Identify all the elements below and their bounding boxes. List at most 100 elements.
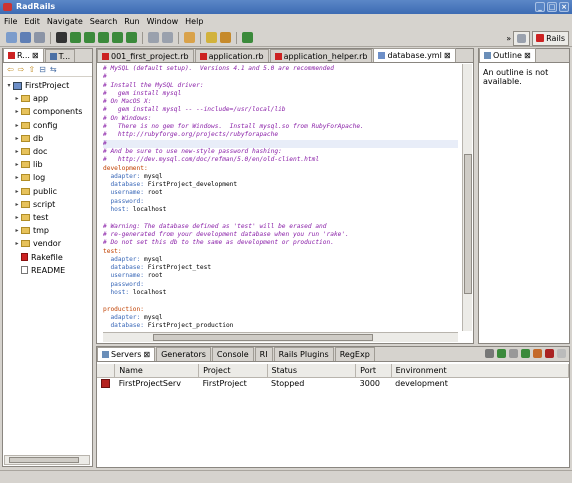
- bottom-tab-regexp[interactable]: RegExp: [334, 347, 375, 361]
- generate-icon[interactable]: [84, 32, 95, 43]
- close-icon[interactable]: ⊠: [524, 49, 531, 62]
- collapsed-arrow-icon[interactable]: ▸: [13, 214, 21, 221]
- open-type-icon[interactable]: [184, 32, 195, 43]
- tab-test[interactable]: T...: [44, 49, 76, 62]
- minimize-button[interactable]: _: [535, 2, 545, 12]
- navigator-horizontal-scrollbar[interactable]: [4, 455, 90, 465]
- migrate-icon[interactable]: [126, 32, 137, 43]
- collapsed-arrow-icon[interactable]: ▸: [13, 174, 21, 181]
- column-header-environment[interactable]: Environment: [391, 364, 570, 378]
- menu-window[interactable]: Window: [147, 17, 179, 26]
- tree-item-config[interactable]: ▸ config: [3, 119, 92, 132]
- tree-item-script[interactable]: ▸ script: [3, 198, 92, 211]
- maximize-button[interactable]: □: [547, 2, 557, 12]
- menu-file[interactable]: File: [4, 17, 17, 26]
- delete-server-icon[interactable]: [545, 349, 554, 358]
- save-icon[interactable]: [20, 32, 31, 43]
- collapsed-arrow-icon[interactable]: ▸: [13, 227, 21, 234]
- tree-item-rakefile[interactable]: Rakefile: [3, 250, 92, 263]
- collapsed-arrow-icon[interactable]: ▸: [13, 161, 21, 168]
- edit-server-icon[interactable]: [533, 349, 542, 358]
- stop-server-icon[interactable]: [509, 349, 518, 358]
- scroll-thumb[interactable]: [153, 334, 373, 341]
- console-icon[interactable]: [56, 32, 67, 43]
- bottom-tab-console[interactable]: Console: [211, 347, 254, 361]
- tree-item-vendor[interactable]: ▸ vendor: [3, 237, 92, 250]
- menu-search[interactable]: Search: [90, 17, 117, 26]
- bottom-tab-ri[interactable]: RI: [254, 347, 273, 361]
- close-icon[interactable]: ⊠: [143, 348, 150, 361]
- tab-outline[interactable]: Outline ⊠: [479, 48, 536, 62]
- menu-run[interactable]: Run: [124, 17, 139, 26]
- go-icon[interactable]: [242, 32, 253, 43]
- tree-item-public[interactable]: ▸ public: [3, 185, 92, 198]
- column-header-status[interactable]: Status: [267, 364, 357, 378]
- collapsed-arrow-icon[interactable]: ▸: [13, 201, 21, 208]
- bottom-tab-rails-plugins[interactable]: Rails Plugins: [273, 347, 334, 361]
- tree-item-firstproject[interactable]: ▾ FirstProject: [3, 79, 92, 92]
- table-cell: development: [395, 379, 448, 389]
- search-tool-icon[interactable]: [162, 32, 173, 43]
- expanded-arrow-icon[interactable]: ▾: [5, 82, 13, 89]
- tree-item-components[interactable]: ▸ components: [3, 105, 92, 118]
- column-header-name[interactable]: Name: [114, 364, 200, 378]
- perspective-chevron[interactable]: »: [506, 34, 511, 43]
- pencil-icon[interactable]: [220, 32, 231, 43]
- table-row[interactable]: FirstProjectServ FirstProject Stopped 3000 d…: [97, 377, 569, 390]
- collapsed-arrow-icon[interactable]: ▸: [13, 95, 21, 102]
- refresh-icon[interactable]: [485, 349, 494, 358]
- debug-server-icon[interactable]: [521, 349, 530, 358]
- print-icon[interactable]: [34, 32, 45, 43]
- link-editor-icon[interactable]: ⇆: [50, 65, 57, 74]
- rails-perspective-button[interactable]: Rails: [532, 30, 569, 46]
- column-header-project[interactable]: Project: [198, 364, 268, 378]
- run-server-icon[interactable]: [70, 32, 81, 43]
- editor-tab-3[interactable]: database.yml ⊠: [373, 48, 456, 62]
- forward-icon[interactable]: ⇨: [18, 65, 25, 74]
- editor-tab-2[interactable]: application_helper.rb: [269, 49, 373, 62]
- collapsed-arrow-icon[interactable]: ▸: [13, 148, 21, 155]
- tree-item-doc[interactable]: ▸ doc: [3, 145, 92, 158]
- tree-item-tmp[interactable]: ▸ tmp: [3, 224, 92, 237]
- tree-item-test[interactable]: ▸ test: [3, 211, 92, 224]
- table-cell: 3000: [359, 379, 381, 389]
- tree-item-app[interactable]: ▸ app: [3, 92, 92, 105]
- tree-item-readme[interactable]: README: [3, 264, 92, 277]
- view-menu-icon[interactable]: [557, 349, 566, 358]
- debug-icon[interactable]: [206, 32, 217, 43]
- collapsed-arrow-icon[interactable]: ▸: [13, 240, 21, 247]
- menu-navigate[interactable]: Navigate: [47, 17, 83, 26]
- collapsed-arrow-icon[interactable]: ▸: [13, 122, 21, 129]
- tab-rails-navigator[interactable]: R... ⊠: [3, 48, 44, 62]
- collapsed-arrow-icon[interactable]: ▸: [13, 108, 21, 115]
- open-perspective-button[interactable]: [513, 30, 531, 46]
- editor-horizontal-scrollbar[interactable]: [103, 332, 458, 342]
- tree-item-log[interactable]: ▸ log: [3, 171, 92, 184]
- menu-help[interactable]: Help: [185, 17, 203, 26]
- collapsed-arrow-icon[interactable]: ▸: [13, 188, 21, 195]
- tree-item-lib[interactable]: ▸ lib: [3, 158, 92, 171]
- editor-tab-0[interactable]: 001_first_project.rb: [97, 49, 194, 62]
- bottom-tab-servers[interactable]: Servers ⊠: [97, 347, 156, 361]
- editor-vertical-scrollbar[interactable]: [462, 64, 472, 331]
- up-icon[interactable]: ⇧: [28, 65, 35, 74]
- start-server-icon[interactable]: [497, 349, 506, 358]
- column-header-port[interactable]: Port: [355, 364, 392, 378]
- menu-edit[interactable]: Edit: [24, 17, 40, 26]
- close-icon[interactable]: ⊠: [444, 49, 451, 62]
- close-icon[interactable]: ⊠: [32, 49, 39, 62]
- collapse-all-icon[interactable]: ⊟: [39, 65, 46, 74]
- new-icon[interactable]: [6, 32, 17, 43]
- close-button[interactable]: ×: [559, 2, 569, 12]
- rake-icon[interactable]: [98, 32, 109, 43]
- editor-tab-1[interactable]: application.rb: [194, 49, 269, 62]
- scroll-thumb[interactable]: [464, 154, 472, 294]
- code-editor[interactable]: # MySQL (default setup). Versions 4.1 an…: [103, 65, 458, 331]
- scroll-thumb[interactable]: [9, 457, 79, 463]
- bottom-tab-generators[interactable]: Generators: [156, 347, 211, 361]
- tree-item-db[interactable]: ▸ db: [3, 132, 92, 145]
- back-icon[interactable]: ⇦: [7, 65, 14, 74]
- test-icon[interactable]: [112, 32, 123, 43]
- external-tools-icon[interactable]: [148, 32, 159, 43]
- collapsed-arrow-icon[interactable]: ▸: [13, 135, 21, 142]
